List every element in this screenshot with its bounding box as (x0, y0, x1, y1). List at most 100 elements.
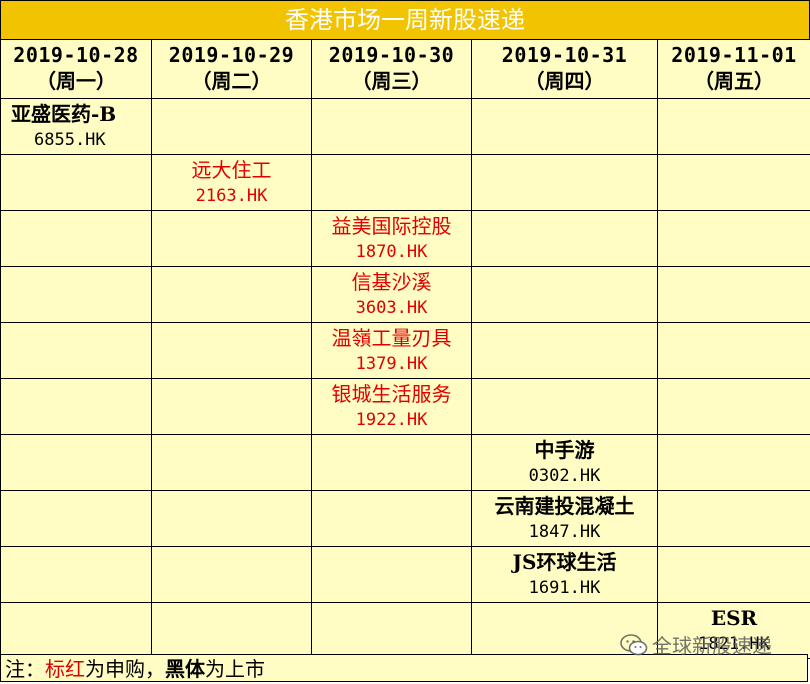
table-title: 香港市场一周新股速递 (0, 0, 810, 40)
column-header: 2019-10-29 （周二） (151, 39, 312, 99)
column-date: 2019-10-31 (501, 43, 628, 67)
column-header: 2019-10-28 （周一） (0, 39, 152, 99)
table-cell (0, 490, 152, 547)
stock-name: ESR (710, 606, 758, 630)
stock-code: 0302.HK (528, 466, 601, 486)
table-cell: 温嶺工量刃具 1379.HK (311, 322, 472, 379)
note-middle: 为申购， (85, 657, 165, 681)
column-date: 2019-10-28 (13, 43, 139, 67)
table-cell (0, 322, 152, 379)
stock-code: 1847.HK (528, 522, 601, 542)
table-row: JS环球生活 1691.HK (0, 546, 810, 603)
table-cell (311, 490, 472, 547)
stock-name: 亚盛医药-B (11, 102, 117, 126)
table-cell (311, 154, 472, 211)
table-cell (0, 378, 152, 435)
column-date: 2019-10-30 (328, 43, 455, 67)
table-cell (657, 378, 810, 435)
table-row: 远大住工 2163.HK (0, 154, 810, 211)
note-red-label: 标红 (45, 657, 85, 681)
table-cell (657, 490, 810, 547)
table-cell (151, 210, 312, 267)
stock-name: 银城生活服务 (331, 382, 452, 406)
table-cell (657, 266, 810, 323)
table-cell (311, 602, 472, 659)
table-cell (151, 602, 312, 659)
table-cell (151, 546, 312, 603)
stock-code: 1922.HK (355, 410, 428, 430)
stock-name: 信基沙溪 (351, 270, 432, 294)
watermark-text: 全球新股速递 (652, 634, 772, 658)
table-cell: 云南建投混凝土 1847.HK (471, 490, 658, 547)
stock-name: 远大住工 (191, 158, 272, 182)
table-cell: 益美国际控股 1870.HK (311, 210, 472, 267)
table-row: 亚盛医药-B 6855.HK (0, 98, 810, 155)
table-row: 云南建投混凝土 1847.HK (0, 490, 810, 547)
table-cell: 亚盛医药-B 6855.HK (0, 98, 152, 155)
table-cell (657, 434, 810, 491)
column-weekday: （周四） (524, 69, 605, 93)
note-bold-label: 黑体 (165, 657, 205, 681)
table-cell: 信基沙溪 3603.HK (311, 266, 472, 323)
table-row: 信基沙溪 3603.HK (0, 266, 810, 323)
stock-name: 中手游 (534, 438, 595, 462)
wechat-icon (620, 633, 648, 655)
table-cell (657, 98, 810, 155)
table-cell (151, 98, 312, 155)
table-cell (471, 210, 658, 267)
table-cell (471, 266, 658, 323)
ipo-schedule-table: 2019-10-28 （周一） 2019-10-29 （周二） 2019-10-30 （周… (0, 39, 810, 659)
stock-code: 1379.HK (355, 354, 428, 374)
table-row: 益美国际控股 1870.HK (0, 210, 810, 267)
table-cell (0, 154, 152, 211)
table-row: 温嶺工量刃具 1379.HK (0, 322, 810, 379)
table-cell (0, 210, 152, 267)
table-cell (471, 378, 658, 435)
table-cell (311, 98, 472, 155)
column-header: 2019-10-31 （周四） (471, 39, 658, 99)
column-header: 2019-11-01 （周五） (657, 39, 810, 99)
table-cell: 中手游 0302.HK (471, 434, 658, 491)
stock-name: JS环球生活 (512, 550, 617, 574)
column-weekday: （周五） (694, 69, 774, 93)
table-cell (0, 546, 152, 603)
stock-code: 1691.HK (528, 578, 601, 598)
table-cell (311, 546, 472, 603)
table-cell (151, 490, 312, 547)
stock-name: 益美国际控股 (331, 214, 452, 238)
table-cell: 远大住工 2163.HK (151, 154, 312, 211)
table-cell (0, 602, 152, 659)
stock-name: 温嶺工量刃具 (331, 326, 452, 350)
table-cell (471, 154, 658, 211)
table-cell (311, 434, 472, 491)
stock-name: 云南建投混凝土 (494, 494, 635, 518)
table-cell (0, 266, 152, 323)
column-weekday: （周一） (36, 69, 116, 93)
note-prefix: 注： (5, 657, 45, 681)
column-date: 2019-10-29 (168, 43, 295, 67)
table-cell: 银城生活服务 1922.HK (311, 378, 472, 435)
note-suffix: 为上市 (205, 657, 265, 681)
stock-code: 6855.HK (34, 130, 106, 150)
table-cell (0, 434, 152, 491)
table-cell (471, 98, 658, 155)
table-cell (657, 154, 810, 211)
column-weekday: （周三） (351, 69, 432, 93)
column-header: 2019-10-30 （周三） (311, 39, 472, 99)
table-cell (151, 322, 312, 379)
table-cell (151, 378, 312, 435)
column-weekday: （周二） (191, 69, 272, 93)
column-date: 2019-11-01 (671, 43, 797, 67)
stock-code: 2163.HK (195, 186, 268, 206)
table-row: 银城生活服务 1922.HK (0, 378, 810, 435)
table-cell: JS环球生活 1691.HK (471, 546, 658, 603)
table-cell (657, 210, 810, 267)
header-row: 2019-10-28 （周一） 2019-10-29 （周二） 2019-10-30 （周… (0, 39, 810, 99)
table-row: 中手游 0302.HK (0, 434, 810, 491)
table-cell (657, 546, 810, 603)
stock-code: 3603.HK (355, 298, 428, 318)
table-cell (151, 434, 312, 491)
watermark: 全球新股速递 (620, 630, 772, 659)
stock-code: 1870.HK (355, 242, 428, 262)
table-cell (657, 322, 810, 379)
